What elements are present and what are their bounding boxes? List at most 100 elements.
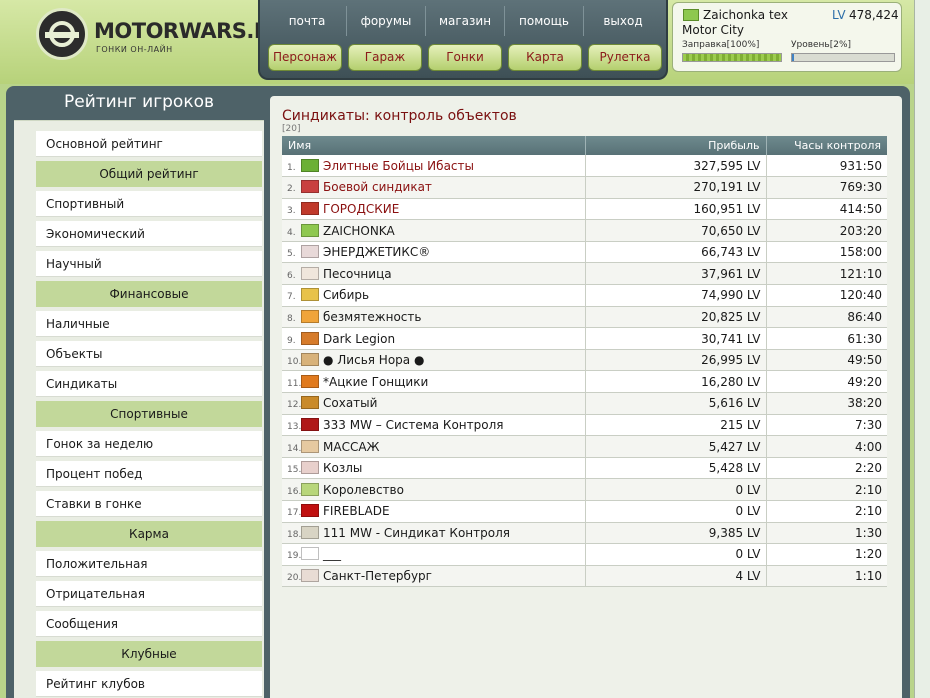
syndicate-flag-icon [301,525,319,539]
column-header-hours[interactable]: Часы контроля [766,136,887,155]
syndicate-name-link[interactable]: Сибирь [323,288,369,302]
sidebar-item[interactable]: Ставки в гонке [36,491,262,517]
syndicate-name-link[interactable]: 111 MW - Синдикат Контроля [323,526,510,540]
syndicate-name-link[interactable]: ZAICHONKA [323,224,395,238]
syndicate-name-link[interactable]: Сохатый [323,396,377,410]
logo-emblem-icon [36,8,88,60]
sidebar-title: Рейтинг игроков [63,92,215,112]
rank-number: 13. [287,421,302,432]
syndicate-name-link[interactable]: ЭНЕРДЖЕТИКС® [323,245,430,259]
syndicate-name-link[interactable]: безмятежность [323,310,421,324]
sidebar-item[interactable]: Отрицательная [36,581,262,607]
shop-link[interactable]: магазин [426,6,505,36]
control-hours-cell: 1:10 [766,565,887,588]
sidebar-item[interactable]: Экономический [36,221,262,247]
sidebar-item[interactable]: Положительная [36,551,262,577]
syndicate-flag-icon [301,353,319,367]
sidebar-item[interactable]: Спортивный [36,191,262,217]
logout-link[interactable]: выход [584,6,662,36]
syndicate-name-link[interactable]: Dark Legion [323,332,395,346]
top-links: почта форумы магазин помощь выход [268,6,662,36]
syndicate-name-link[interactable]: FIREBLADE [323,504,390,518]
table-row: 7. Сибирь 74,990 LV 120:40 [282,284,887,307]
control-hours-cell: 7:30 [766,414,887,437]
sidebar-item[interactable]: Сообщения [36,611,262,637]
sidebar-item[interactable]: Основной рейтинг [36,131,262,157]
races-button[interactable]: Гонки [428,44,502,71]
syndicate-name-link[interactable]: ● Лисья Нора ● [323,353,424,367]
table-row: 8. безмятежность 20,825 LV 86:40 [282,306,887,329]
syndicate-name-link[interactable]: МАССАЖ [323,440,379,454]
syndicate-name-link[interactable]: Санкт-Петербург [323,569,432,583]
profit-cell: 0 LV [585,478,767,501]
column-header-profit[interactable]: Прибыль [585,136,767,155]
syndicate-flag-icon [301,547,319,561]
profit-cell: 327,595 LV [585,155,767,178]
sidebar-item[interactable]: Гонок за неделю [36,431,262,457]
rank-number: 16. [287,486,302,497]
syndicate-cell: 10. ● Лисья Нора ● [282,349,586,372]
roulette-button[interactable]: Рулетка [588,44,662,71]
rank-number: 17. [287,508,302,519]
help-link[interactable]: помощь [505,6,584,36]
rank-number: 9. [287,335,296,346]
window-scrollbar[interactable] [914,0,930,698]
sidebar-item[interactable]: Научный [36,251,262,277]
syndicate-name-link[interactable]: Песочница [323,267,392,281]
syndicate-cell: 5. ЭНЕРДЖЕТИКС® [282,241,586,264]
table-row: 12. Сохатый 5,616 LV 38:20 [282,392,887,415]
lv-balance: 478,424 [849,8,899,22]
syndicate-name-link[interactable]: *Ацкие Гонщики [323,375,428,389]
profit-cell: 20,825 LV [585,306,767,329]
rank-number: 14. [287,443,302,454]
syndicate-name-link[interactable]: 333 MW – Система Контроля [323,418,503,432]
control-hours-cell: 49:50 [766,349,887,372]
profit-cell: 30,741 LV [585,327,767,350]
syndicate-flag-icon [301,288,319,302]
syndicate-name-link[interactable]: Боевой синдикат [323,180,432,194]
profit-cell: 16,280 LV [585,370,767,394]
rank-number: 3. [287,205,296,216]
column-header-name[interactable]: Имя [282,136,586,155]
rank-number: 2. [287,184,296,195]
profit-cell: 66,743 LV [585,241,767,264]
user-flag-icon [683,9,699,21]
sidebar-item[interactable]: Наличные [36,311,262,337]
syndicate-name-link[interactable]: Королевство [323,483,404,497]
syndicate-flag-icon [301,569,319,583]
rank-number: 10. [287,357,302,368]
control-hours-cell: 121:10 [766,262,887,286]
sidebar-item[interactable]: Процент побед [36,461,262,487]
mail-link[interactable]: почта [268,6,347,36]
syndicate-name-link[interactable]: ГОРОДСКИЕ [323,202,399,216]
profit-cell: 70,650 LV [585,219,767,242]
table-row: 6. Песочница 37,961 LV 121:10 [282,262,887,286]
syndicate-name-link[interactable]: Козлы [323,461,362,475]
control-hours-cell: 49:20 [766,370,887,394]
syndicate-name-link[interactable]: ___ [323,547,341,561]
sidebar-item[interactable]: Рейтинг клубов [36,671,262,697]
character-button[interactable]: Персонаж [268,44,342,71]
profit-cell: 4 LV [585,565,767,588]
syndicate-flag-icon [301,396,319,410]
syndicate-flag-icon [301,417,319,431]
page-title: Синдикаты: контроль объектов [282,108,517,124]
syndicate-cell: 9. Dark Legion [282,327,586,350]
forums-link[interactable]: форумы [347,6,426,36]
garage-button[interactable]: Гараж [348,44,422,71]
syndicate-cell: 19. ___ [282,543,586,566]
user-name[interactable]: Zaichonka tex [703,8,788,22]
control-hours-cell: 2:10 [766,500,887,523]
syndicate-cell: 16. Королевство [282,478,586,501]
syndicate-cell: 18. 111 MW - Синдикат Контроля [282,522,586,545]
table-row: 16. Королевство 0 LV 2:10 [282,478,887,501]
logo[interactable]: MOTORWARS.RU ГОНКИ ОН-ЛАЙН [36,8,287,63]
rank-number: 6. [287,270,296,281]
main-content: Синдикаты: контроль объектов [20] Имя Пр… [270,96,902,698]
map-button[interactable]: Карта [508,44,582,71]
syndicate-name-link[interactable]: Элитные Бойцы Ибасты [323,159,474,173]
sidebar-item[interactable]: Объекты [36,341,262,367]
profit-cell: 0 LV [585,500,767,523]
table-row: 13. 333 MW – Система Контроля 215 LV 7:30 [282,414,887,437]
sidebar-item[interactable]: Синдикаты [36,371,262,397]
